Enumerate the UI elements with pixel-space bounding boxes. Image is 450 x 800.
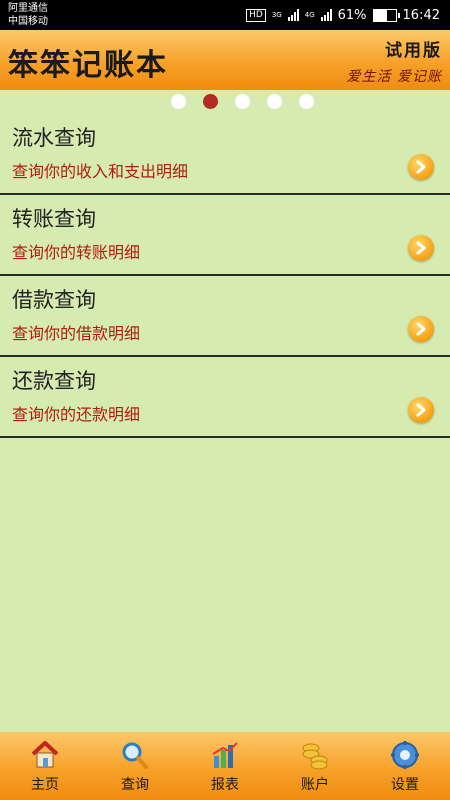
query-item-title: 还款查询 xyxy=(12,369,96,393)
bottom-nav: 主页 查询 报表 账户 设置 xyxy=(0,732,450,800)
slogan: 爱生活 爱记账 xyxy=(346,69,442,85)
nav-report-label: 报表 xyxy=(211,777,239,793)
query-item-desc: 查询你的转账明细 xyxy=(12,243,141,262)
signal-icon xyxy=(287,9,299,21)
nav-account-label: 账户 xyxy=(301,777,329,793)
status-bar: 阿里通信 中国移动 HD 3G 4G 61% 16:42 xyxy=(0,0,450,30)
nav-query[interactable]: 查询 xyxy=(90,732,180,800)
query-item-title: 借款查询 xyxy=(12,288,96,312)
search-icon xyxy=(122,742,148,769)
bar-chart-icon xyxy=(212,742,238,768)
page-dot-2[interactable] xyxy=(202,94,218,109)
nav-home-label: 主页 xyxy=(31,777,59,793)
nav-query-label: 查询 xyxy=(121,777,149,793)
chevron-right-icon[interactable] xyxy=(408,154,434,180)
carrier-info: 阿里通信 中国移动 xyxy=(8,2,48,28)
page-dot-1[interactable] xyxy=(170,94,186,109)
nav-account[interactable]: 账户 xyxy=(270,732,360,800)
nav-settings-label: 设置 xyxy=(391,777,419,793)
query-item-flow[interactable]: 流水查询 查询你的收入和支出明细 xyxy=(0,114,450,195)
clock: 16:42 xyxy=(402,7,440,23)
nav-home[interactable]: 主页 xyxy=(0,732,90,800)
nav-settings[interactable]: 设置 xyxy=(360,732,450,800)
trial-label: 试用版 xyxy=(385,41,442,61)
query-item-desc: 查询你的还款明细 xyxy=(12,405,141,424)
home-icon xyxy=(31,741,59,768)
page-dot-3[interactable] xyxy=(234,94,250,109)
query-item-desc: 查询你的借款明细 xyxy=(12,324,141,343)
battery-icon xyxy=(372,8,400,22)
app-title: 笨笨记账本 xyxy=(8,48,168,83)
network-4g-label: 4G xyxy=(304,11,315,19)
coins-icon xyxy=(302,743,328,770)
chevron-right-icon[interactable] xyxy=(408,235,434,261)
query-item-desc: 查询你的收入和支出明细 xyxy=(12,162,189,181)
nav-report[interactable]: 报表 xyxy=(180,732,270,800)
app-header: 笨笨记账本 试用版 爱生活 爱记账 xyxy=(0,30,450,90)
page-dot-5[interactable] xyxy=(298,94,314,109)
query-item-title: 流水查询 xyxy=(12,126,96,150)
query-item-title: 转账查询 xyxy=(12,207,96,231)
status-indicators: HD 3G 4G 61% 16:42 xyxy=(246,0,440,30)
signal-icon-2 xyxy=(320,9,332,21)
query-item-repayment[interactable]: 还款查询 查询你的还款明细 xyxy=(0,357,450,438)
query-item-transfer[interactable]: 转账查询 查询你的转账明细 xyxy=(0,195,450,276)
query-list: 流水查询 查询你的收入和支出明细 转账查询 查询你的转账明细 借款查询 查询你的… xyxy=(0,114,450,438)
battery-percent: 61% xyxy=(337,7,367,23)
page-indicator xyxy=(0,94,450,110)
gear-icon xyxy=(391,741,419,769)
chevron-right-icon[interactable] xyxy=(408,316,434,342)
network-3g-label: 3G xyxy=(271,11,282,19)
carrier-1: 阿里通信 xyxy=(8,3,48,14)
query-item-loan[interactable]: 借款查询 查询你的借款明细 xyxy=(0,276,450,357)
chevron-right-icon[interactable] xyxy=(408,397,434,423)
carrier-2: 中国移动 xyxy=(8,16,48,27)
page-dot-4[interactable] xyxy=(266,94,282,109)
hd-badge: HD xyxy=(246,8,266,22)
